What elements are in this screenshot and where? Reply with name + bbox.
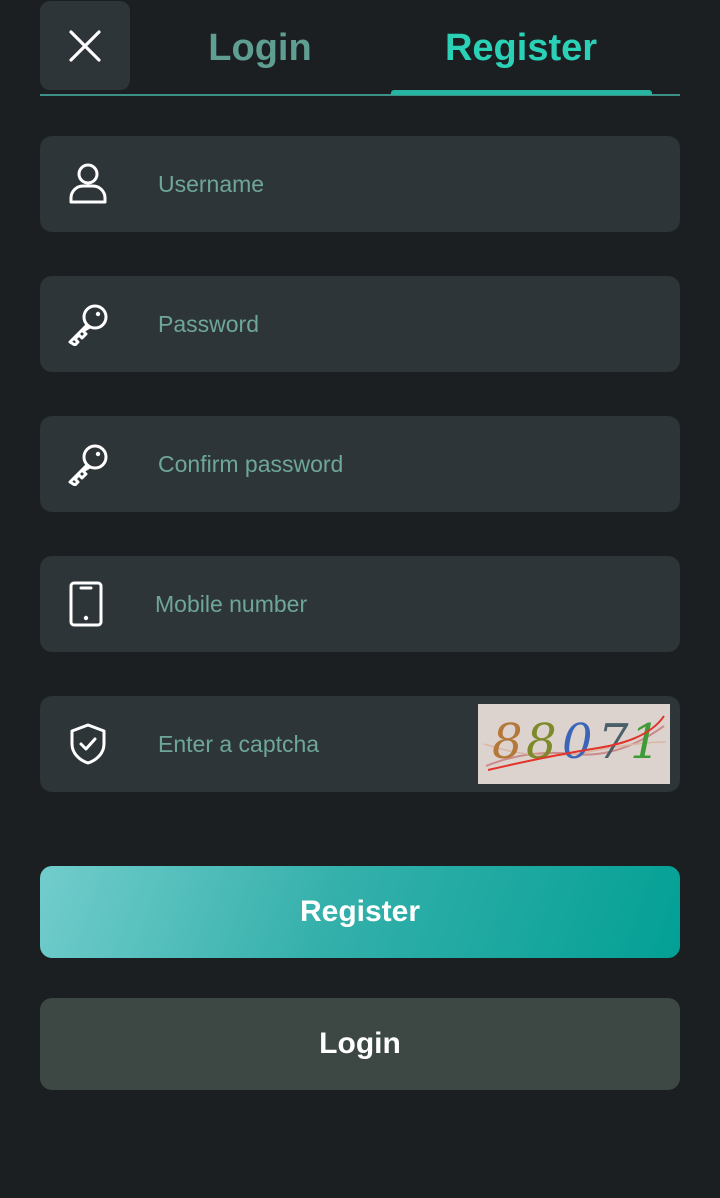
active-tab-indicator: [391, 90, 652, 95]
key-icon: [66, 442, 110, 486]
tab-login[interactable]: Login: [190, 26, 330, 70]
user-icon: [66, 162, 110, 206]
auth-tabs: Login Register: [40, 0, 680, 96]
captcha-image[interactable]: 8 8 0 7 1: [478, 704, 670, 784]
username-input[interactable]: [158, 136, 468, 232]
password-input[interactable]: [158, 276, 468, 372]
login-button[interactable]: Login: [40, 998, 680, 1090]
mobile-field: [40, 556, 680, 652]
captcha-char: 0: [562, 714, 593, 770]
confirm-password-input[interactable]: [158, 416, 468, 512]
captcha-char: 1: [630, 714, 661, 770]
captcha-input[interactable]: [158, 696, 468, 792]
mobile-input[interactable]: [155, 556, 465, 652]
phone-icon: [64, 581, 108, 627]
shield-check-icon: [66, 722, 110, 766]
close-icon: [69, 29, 101, 62]
key-icon: [66, 302, 110, 346]
captcha-char: 8: [526, 714, 557, 770]
tab-register[interactable]: Register: [430, 26, 612, 70]
register-button[interactable]: Register: [40, 866, 680, 958]
password-field: [40, 276, 680, 372]
captcha-char: 8: [492, 714, 523, 770]
close-button[interactable]: [40, 1, 130, 90]
captcha-field: 8 8 0 7 1: [40, 696, 680, 792]
confirm-password-field: [40, 416, 680, 512]
username-field: [40, 136, 680, 232]
